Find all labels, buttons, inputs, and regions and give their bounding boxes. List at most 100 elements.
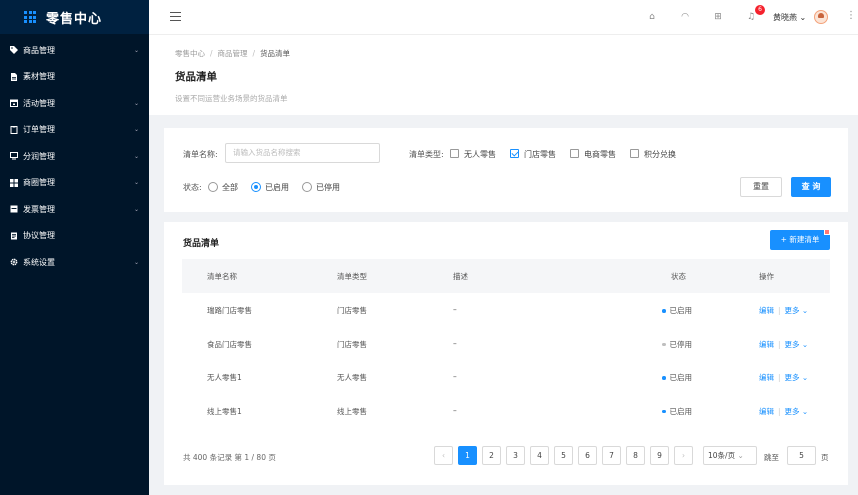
type-checkbox-label: 无人零售 <box>464 150 496 159</box>
status-badge: 已启用 <box>662 372 692 383</box>
column-header: 描述 <box>453 272 468 281</box>
cell-name: 无人零售1 <box>207 373 242 382</box>
status-dot <box>662 342 666 347</box>
chevron-down-icon: ⌄ <box>801 339 809 349</box>
sidebar-item-label: 系统设置 <box>23 257 55 267</box>
table-header: 清单名称 清单类型 描述 状态 操作 <box>182 259 830 293</box>
sidebar-item-label: 商品管理 <box>23 45 55 55</box>
type-checkbox-points[interactable] <box>630 149 639 158</box>
grid-logo-icon <box>24 11 36 23</box>
menu-toggle-icon[interactable] <box>170 12 181 21</box>
type-checkbox-store[interactable] <box>510 149 519 158</box>
breadcrumb-item[interactable]: 商品管理 <box>218 49 248 58</box>
cell-desc: – <box>453 405 457 415</box>
row-actions: 编辑 | 更多 ⌄ <box>759 406 808 417</box>
gear-icon <box>10 258 18 266</box>
page-size-select[interactable]: 10条/页 ⌄ <box>703 446 757 465</box>
reset-button[interactable]: 重置 <box>740 177 782 197</box>
app-title: 零售中心 <box>46 11 103 27</box>
sidebar-item-orders[interactable]: 订单管理 ⌄ <box>0 117 149 144</box>
page-button[interactable]: 6 <box>578 446 597 465</box>
new-badge <box>824 229 830 235</box>
page-button[interactable]: 3 <box>506 446 525 465</box>
cell-name: 瑞路门店零售 <box>207 306 252 315</box>
type-checkbox-label: 积分兑换 <box>644 150 676 159</box>
support-icon[interactable]: ◠ <box>680 12 690 22</box>
column-header: 操作 <box>759 272 774 281</box>
prev-page-button[interactable]: ‹ <box>434 446 453 465</box>
page-description: 设置不同运营业务场景的货品清单 <box>175 94 288 103</box>
page-button[interactable]: 8 <box>626 446 645 465</box>
more-link[interactable]: 更多 ⌄ <box>785 306 809 315</box>
column-header: 状态 <box>671 272 686 281</box>
type-checkbox-ecommerce[interactable] <box>570 149 579 158</box>
sidebar: 零售中心 商品管理 ⌄ 素材管理 活动管理 ⌄ 订单管理 ⌄ 分润管理 ⌄ 商圈… <box>0 0 149 495</box>
chevron-down-icon: ⌄ <box>133 126 139 134</box>
chevron-down-icon: ⌄ <box>801 306 809 315</box>
sidebar-item-materials[interactable]: 素材管理 <box>0 64 149 91</box>
next-page-button[interactable]: › <box>674 446 693 465</box>
page-button[interactable]: 2 <box>482 446 501 465</box>
status-badge: 已启用 <box>662 406 692 417</box>
pagination-total: 共 400 条记录 第 1 / 80 页 <box>183 453 276 462</box>
user-menu[interactable]: 黄晓燕 ⌄ <box>773 12 806 23</box>
cell-name: 线上零售1 <box>207 406 242 416</box>
sidebar-item-profit-sharing[interactable]: 分润管理 ⌄ <box>0 143 149 170</box>
action-divider: | <box>778 339 781 349</box>
status-radio-disabled[interactable] <box>302 182 312 192</box>
more-vertical-icon[interactable]: ⋮ <box>846 10 856 21</box>
action-divider: | <box>778 406 781 416</box>
chevron-down-icon: ⌄ <box>799 13 807 22</box>
type-checkbox-label: 门店零售 <box>524 150 556 159</box>
sidebar-item-activities[interactable]: 活动管理 ⌄ <box>0 90 149 117</box>
more-label: 更多 <box>784 406 800 416</box>
column-header: 清单名称 <box>207 272 237 281</box>
page-button[interactable]: 7 <box>602 446 621 465</box>
sidebar-item-products[interactable]: 商品管理 ⌄ <box>0 37 149 64</box>
type-checkbox-unmanned[interactable] <box>450 149 459 158</box>
apps-grid-icon[interactable]: ⊞ <box>713 12 723 22</box>
status-label: 已启用 <box>669 306 693 315</box>
grid-icon <box>10 178 18 187</box>
status-label: 已停用 <box>669 339 693 349</box>
sidebar-item-settings[interactable]: 系统设置 ⌄ <box>0 249 149 276</box>
sidebar-item-contracts[interactable]: 协议管理 <box>0 223 149 250</box>
username-label: 黄晓燕 <box>773 13 797 22</box>
app-logo[interactable]: 零售中心 <box>0 0 149 34</box>
cell-type: 门店零售 <box>337 306 367 315</box>
more-link[interactable]: 更多 ⌄ <box>785 340 809 349</box>
edit-link[interactable]: 编辑 <box>759 306 774 315</box>
query-button[interactable]: 查 询 <box>791 177 831 197</box>
status-radio-label: 全部 <box>222 183 238 192</box>
bell-icon[interactable]: ♫ <box>746 12 756 22</box>
page-button[interactable]: 9 <box>650 446 669 465</box>
table-row: 无人零售1 无人零售 – 已启用 编辑 | 更多 ⌄ <box>182 360 830 394</box>
edit-link[interactable]: 编辑 <box>759 340 774 349</box>
page-size-value: 10条/页 <box>708 451 736 460</box>
edit-link[interactable]: 编辑 <box>759 407 774 416</box>
edit-link[interactable]: 编辑 <box>759 373 774 382</box>
more-link[interactable]: 更多 ⌄ <box>785 373 809 382</box>
column-header: 清单类型 <box>337 272 367 281</box>
new-list-button[interactable]: + 新建清单 <box>770 230 830 250</box>
status-radio-enabled[interactable] <box>251 182 261 192</box>
sidebar-item-label: 分润管理 <box>23 151 55 161</box>
file-icon <box>10 72 18 81</box>
status-radio-all[interactable] <box>208 182 218 192</box>
jump-page-input[interactable]: 5 <box>787 446 816 465</box>
cell-desc: – <box>453 305 457 314</box>
sidebar-item-business-district[interactable]: 商圈管理 ⌄ <box>0 170 149 197</box>
sidebar-item-invoices[interactable]: 发票管理 ⌄ <box>0 196 149 223</box>
more-link[interactable]: 更多 ⌄ <box>785 407 809 416</box>
cell-type: 无人零售 <box>337 373 367 382</box>
chevron-down-icon: ⌄ <box>133 99 139 107</box>
avatar[interactable] <box>814 10 828 24</box>
home-icon[interactable]: ⌂ <box>647 12 657 22</box>
list-name-search-input[interactable]: 请输入货品名称搜索 <box>225 143 380 163</box>
page-button[interactable]: 5 <box>554 446 573 465</box>
page-button[interactable]: 1 <box>458 446 477 465</box>
cell-desc: – <box>453 372 457 381</box>
page-button[interactable]: 4 <box>530 446 549 465</box>
cell-name: 食品门店零售 <box>207 339 252 349</box>
breadcrumb-item[interactable]: 零售中心 <box>175 49 205 58</box>
